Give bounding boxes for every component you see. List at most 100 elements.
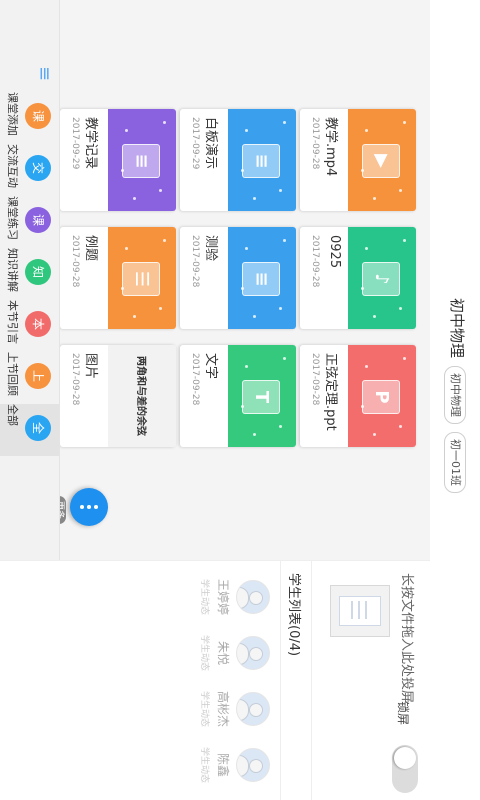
sparkle-decoration	[121, 169, 124, 172]
tile-date: 2017-09-28	[190, 235, 200, 288]
category-label: 上节回顾	[6, 352, 19, 396]
category-icon: 全	[25, 415, 51, 441]
resource-tile[interactable]: ♪ 0925 2017-09-28	[300, 227, 416, 329]
resource-tile[interactable]: ≡ 测验 2017-09-28	[180, 227, 296, 329]
drop-zone-hint: 长按文件拖入此处投屏	[399, 573, 414, 704]
sparkle-decoration	[403, 121, 406, 124]
category-tab[interactable]: 全全部	[0, 404, 59, 456]
tile-name: 图片	[83, 353, 98, 380]
category-tab[interactable]: 课课堂添加	[0, 92, 59, 144]
sparkle-decoration	[403, 239, 406, 242]
dot-icon	[80, 505, 84, 509]
avatar-head	[249, 759, 263, 773]
sparkle-decoration	[133, 197, 136, 200]
sparkle-decoration	[279, 307, 282, 310]
resource-tile[interactable]: ☰ 例题 2017-09-28	[60, 227, 176, 329]
sparkle-decoration	[159, 189, 162, 192]
student-name: 高彬杰	[216, 690, 230, 727]
doc-line	[351, 601, 353, 619]
drop-zone-icon[interactable]	[330, 585, 390, 637]
sparkle-decoration	[241, 287, 244, 290]
category-label: 交流互动	[6, 144, 19, 188]
tile-thumbnail: ≡	[228, 227, 296, 329]
category-label: 全部	[6, 404, 19, 426]
tile-name: 教学.mp4	[323, 117, 338, 177]
category-tab[interactable]: 知知识讲解	[0, 248, 59, 300]
resource-tile[interactable]: T 文字 2017-09-28	[180, 345, 296, 447]
category-icon: 课	[25, 207, 51, 233]
sidebar: 长按文件拖入此处投屏 锁屏 学生列表(0/4) 王婷婷 学生动态 朱悦 学生动态 高彬杰…	[0, 560, 430, 800]
more-fab-button[interactable]	[70, 488, 108, 526]
sparkle-decoration	[373, 197, 376, 200]
category-bar: ≡ 全全部上上节回顾本本节引言知知识讲解课课堂练习交交流互动课课堂添加	[0, 0, 60, 560]
category-tab[interactable]: 课课堂练习	[0, 196, 59, 248]
resource-tile[interactable]: ≡ 白板演示 2017-09-29	[180, 109, 296, 211]
sparkle-decoration	[245, 365, 248, 368]
category-label: 课堂练习	[6, 196, 19, 240]
category-icon: 本	[25, 311, 51, 337]
sparkle-decoration	[241, 169, 244, 172]
tile-thumbnail: ♪	[348, 227, 416, 329]
sparkle-decoration	[399, 425, 402, 428]
category-tab[interactable]: 交交流互动	[0, 144, 59, 196]
student-list-header: 学生列表(0/4)	[280, 561, 312, 800]
screen: 初中物理 初中物理 初一01班 P 正弦定理.ppt 2017-09-28 T 文字 20…	[0, 0, 480, 800]
tile-thumbnail: ▶	[348, 109, 416, 211]
avatar-head	[249, 591, 263, 605]
audio-icon: ♪	[362, 262, 400, 296]
student-status: 学生动态	[199, 578, 209, 615]
header-bar: 初中物理 初中物理 初一01班	[429, 0, 480, 800]
avatar	[236, 692, 270, 726]
tile-thumbnail: 两角和与差的余弦	[108, 345, 176, 447]
tile-date: 2017-09-28	[310, 117, 320, 170]
category-icon: 课	[25, 103, 51, 129]
student-item[interactable]: 高彬杰 学生动态	[180, 685, 270, 733]
sparkle-decoration	[365, 247, 368, 250]
avatar	[236, 636, 270, 670]
sparkle-decoration	[163, 239, 166, 242]
sparkle-decoration	[253, 197, 256, 200]
resource-tile[interactable]: ▶ 教学.mp4 2017-09-28	[300, 109, 416, 211]
student-item[interactable]: 王婷婷 学生动态	[180, 573, 270, 621]
tile-date: 2017-09-28	[70, 235, 80, 288]
tile-name: 白板演示	[203, 117, 218, 170]
sparkle-decoration	[245, 129, 248, 132]
tile-thumbnail: ☰	[108, 227, 176, 329]
tile-name: 0925	[327, 235, 342, 269]
resource-tile[interactable]: P 正弦定理.ppt 2017-09-28	[300, 345, 416, 447]
tile-date: 2017-09-28	[310, 353, 320, 406]
student-list-title: 学生列表(0/4)	[286, 573, 301, 657]
tile-thumbnail: ≡	[108, 109, 176, 211]
lock-screen-toggle[interactable]	[392, 745, 418, 793]
menu-icon[interactable]: ≡	[34, 66, 55, 81]
sparkle-decoration	[361, 169, 364, 172]
student-item[interactable]: 朱悦 学生动态	[180, 629, 270, 677]
tile-thumbnail: ≡	[228, 109, 296, 211]
resource-tile[interactable]: 两角和与差的余弦 图片 2017-09-28	[60, 345, 176, 447]
avatar-body	[236, 699, 249, 721]
category-label: 课堂添加	[6, 92, 19, 136]
sparkle-decoration	[365, 365, 368, 368]
sparkle-decoration	[399, 189, 402, 192]
whiteboard-icon: ≡	[242, 144, 280, 178]
subject-chip[interactable]: 初中物理	[444, 366, 466, 424]
category-label: 知识讲解	[6, 248, 19, 292]
page-title: 初中物理	[448, 298, 466, 359]
category-icon: 上	[25, 363, 51, 389]
category-tab[interactable]: 上上节回顾	[0, 352, 59, 404]
example-icon: ☰	[122, 262, 160, 296]
tile-date: 2017-09-29	[70, 117, 80, 170]
tile-date: 2017-09-28	[190, 353, 200, 406]
dot-icon	[87, 505, 91, 509]
sparkle-decoration	[403, 357, 406, 360]
category-tab[interactable]: 本本节引言	[0, 300, 59, 352]
sparkle-decoration	[279, 189, 282, 192]
avatar-head	[249, 647, 263, 661]
avatar-body	[236, 643, 249, 665]
avatar-head	[249, 703, 263, 717]
resource-tile[interactable]: ≡ 教学记录 2017-09-29	[60, 109, 176, 211]
record-icon: ≡	[122, 144, 160, 178]
class-chip[interactable]: 初一01班	[444, 432, 466, 493]
student-item[interactable]: 陈鑫 学生动态	[180, 741, 270, 789]
sparkle-decoration	[125, 247, 128, 250]
